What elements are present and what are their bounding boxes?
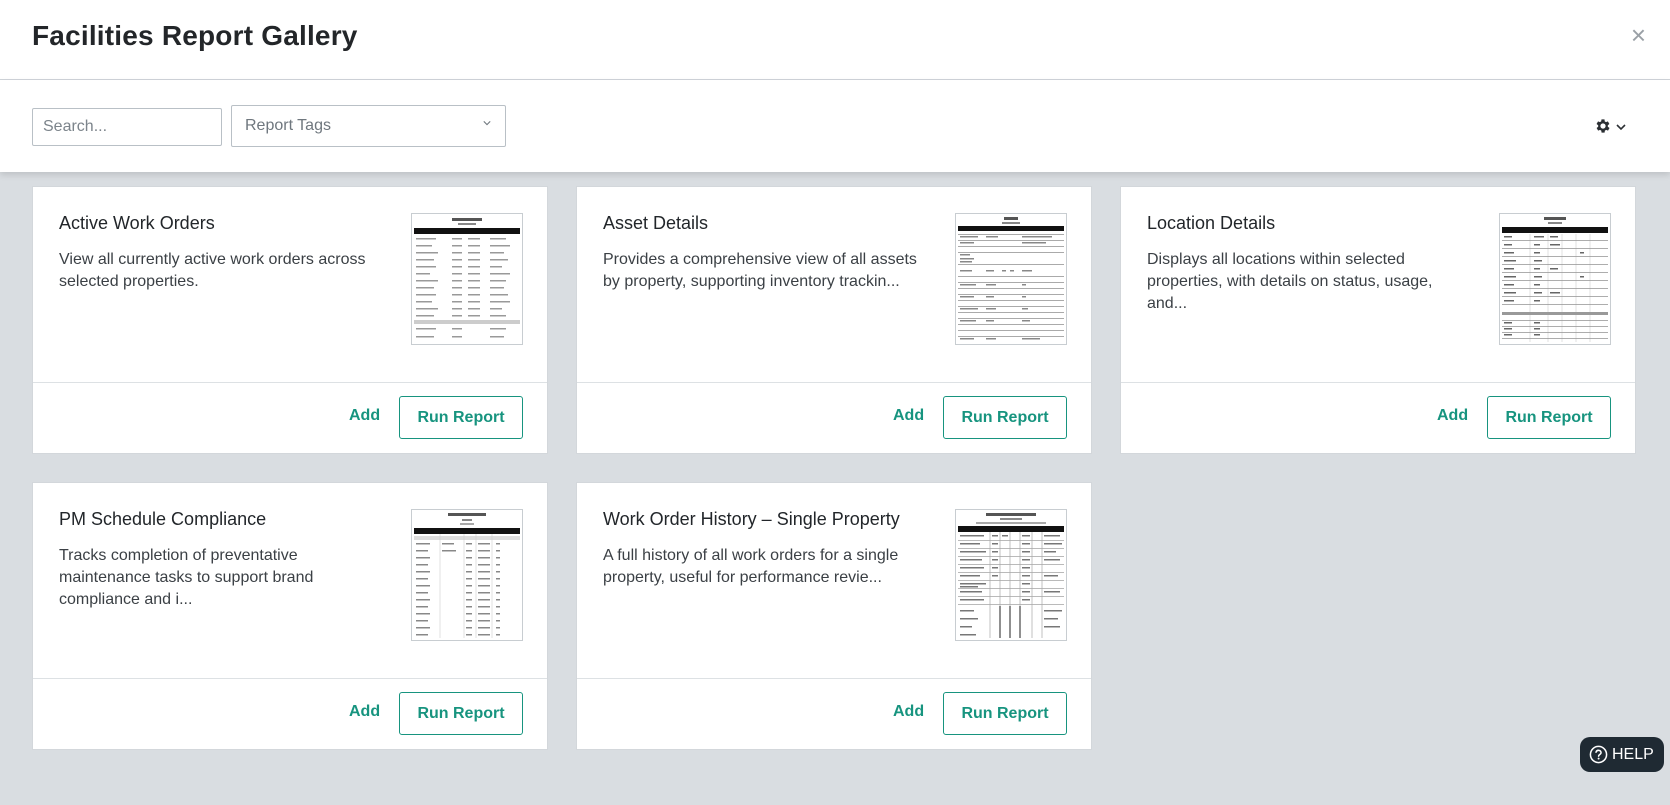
report-card: Asset Details Provides a comprehensive v… [576,186,1092,454]
add-button[interactable]: Add [349,703,380,721]
report-description: View all currently active work orders ac… [59,251,366,290]
report-title: Location Details [1147,213,1276,233]
card-divider [577,678,1091,679]
chevron-down-icon [483,121,491,126]
help-button[interactable]: HELP [1580,737,1664,772]
card-divider [33,382,547,383]
report-card: PM Schedule Compliance Tracks completion… [32,482,548,750]
run-report-button[interactable]: Run Report [943,692,1067,735]
close-icon[interactable]: × [1631,22,1646,48]
run-report-button[interactable]: Run Report [399,396,523,439]
report-preview-image [414,513,520,638]
report-title: Active Work Orders [59,213,215,233]
report-title: Asset Details [603,213,709,233]
help-label: HELP [1612,746,1654,763]
report-description: A full history of all work orders for a … [603,547,899,586]
add-button[interactable]: Add [893,407,924,425]
card-divider [33,678,547,679]
report-thumbnail [1499,213,1611,345]
report-preview-image [414,218,520,338]
settings-menu-button[interactable] [1594,115,1630,137]
report-card: Active Work Orders View all currently ac… [32,186,548,454]
report-card: Work Order History – Single Property A f… [576,482,1092,750]
report-preview-image [1502,217,1608,342]
card-divider [1121,382,1635,383]
add-button[interactable]: Add [349,407,380,425]
add-button[interactable]: Add [1437,407,1468,425]
report-thumbnail [955,213,1067,345]
report-description: Displays all locations within selected p… [1147,251,1433,312]
search-input[interactable] [32,108,222,146]
run-report-button[interactable]: Run Report [399,692,523,735]
run-report-button[interactable]: Run Report [1487,396,1611,439]
report-tags-placeholder: Report Tags [245,117,331,134]
report-description: Tracks completion of preventative mainte… [59,547,314,608]
gear-icon [1596,119,1610,133]
page-title: Facilities Report Gallery [32,20,358,51]
report-card: Location Details Displays all locations … [1120,186,1636,454]
modal-header: Facilities Report Gallery × [0,0,1670,80]
report-preview-image [958,217,1064,340]
add-button[interactable]: Add [893,703,924,721]
toolbar: Report Tags [0,80,1670,172]
card-divider [577,382,1091,383]
report-tags-select[interactable]: Report Tags [231,105,506,147]
report-thumbnail [955,509,1067,641]
report-thumbnail [411,213,523,345]
question-circle-icon [1589,745,1608,764]
report-title: Work Order History – Single Property [603,509,900,529]
chevron-down-icon [1616,124,1626,131]
report-thumbnail [411,509,523,641]
report-title: PM Schedule Compliance [59,509,267,529]
report-preview-image [958,513,1064,638]
run-report-button[interactable]: Run Report [943,396,1067,439]
report-description: Provides a comprehensive view of all ass… [603,251,917,290]
